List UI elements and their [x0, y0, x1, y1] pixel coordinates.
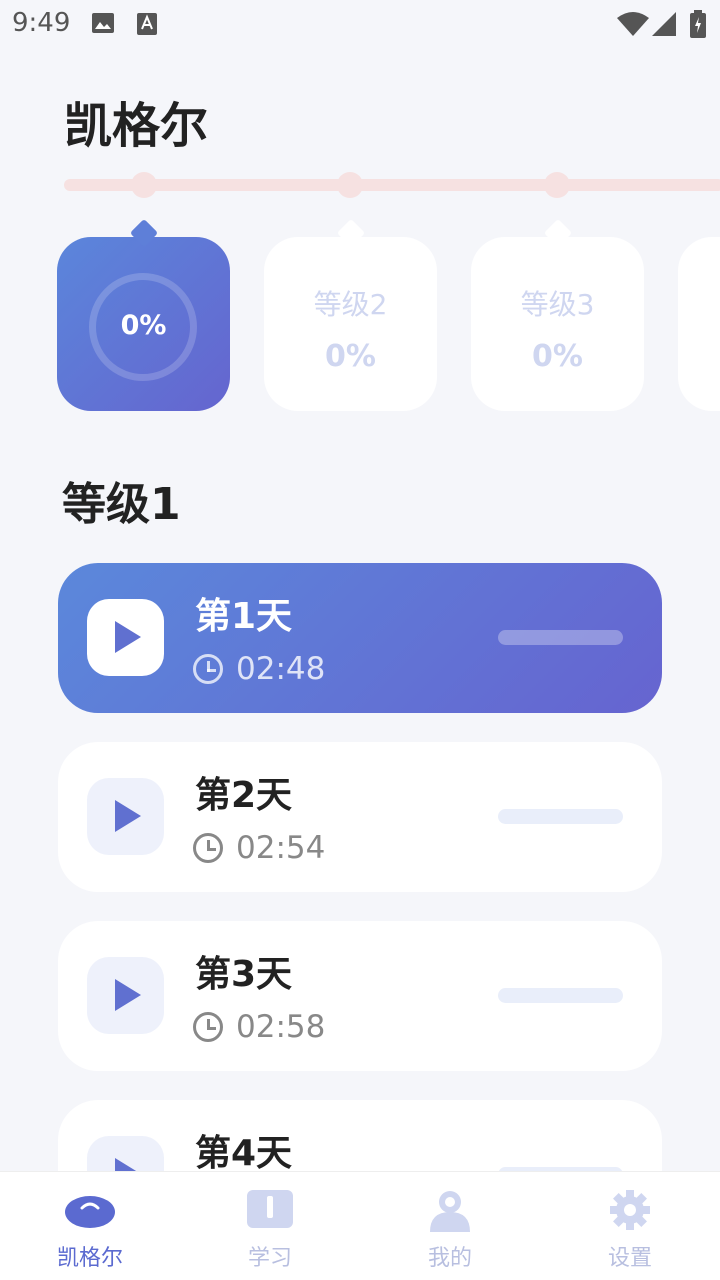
tab-label: 凯格尔 [56, 1246, 123, 1271]
play-icon [115, 800, 141, 832]
level-percent: 0% [532, 339, 583, 374]
clock-icon [193, 833, 223, 863]
image-notification-icon [91, 12, 115, 38]
lesson-duration: 02:58 [236, 1009, 326, 1045]
play-icon [115, 979, 141, 1011]
battery-icon [690, 10, 706, 42]
track-dot-3 [544, 172, 570, 198]
play-button[interactable] [87, 957, 164, 1034]
status-time: 9:49 [12, 8, 71, 38]
tab-label: 我的 [427, 1246, 472, 1271]
tab-label: 学习 [247, 1246, 292, 1271]
lesson-progress-bar [498, 809, 623, 824]
level-card-2[interactable]: 等级2 0% [264, 218, 437, 411]
lesson-title: 第1天 [195, 596, 293, 637]
font-notification-icon [136, 12, 158, 40]
lesson-title: 第2天 [195, 775, 293, 816]
play-icon [115, 621, 141, 653]
lesson-duration: 02:48 [236, 651, 326, 687]
level-pointer [543, 218, 572, 248]
lesson-title: 第4天 [195, 1133, 293, 1174]
lesson-card-2[interactable]: 第2天 02:54 [58, 742, 662, 892]
lesson-card-3[interactable]: 第3天 02:58 [58, 921, 662, 1071]
tab-profile[interactable]: 我的 [360, 1172, 540, 1280]
clock-icon [193, 654, 223, 684]
level-track [64, 179, 720, 191]
level-pointer [336, 218, 365, 248]
level-percent: 0% [325, 339, 376, 374]
tab-settings[interactable]: 设置 [540, 1172, 720, 1280]
kegel-icon [65, 1188, 115, 1232]
level-name: 等级2 [313, 288, 388, 321]
tab-label: 设置 [607, 1246, 652, 1271]
lesson-title: 第3天 [195, 954, 293, 995]
tab-kegel[interactable]: 凯格尔 [0, 1172, 180, 1280]
page-title: 凯格尔 [64, 98, 209, 154]
lesson-duration: 02:54 [236, 830, 326, 866]
lesson-card-1[interactable]: 第1天 02:48 [58, 563, 662, 713]
level-name: 等级3 [520, 288, 595, 321]
track-dot-2 [337, 172, 363, 198]
level-percent: 0% [120, 310, 167, 341]
status-bar: 9:49 [0, 0, 720, 48]
lesson-progress-bar [498, 630, 623, 645]
level-card-3[interactable]: 等级3 0% [471, 218, 644, 411]
bottom-tab-bar: 凯格尔 学习 我的 设置 [0, 1171, 720, 1280]
level-card-4-partial[interactable] [678, 237, 720, 411]
profile-icon [425, 1188, 475, 1232]
play-button[interactable] [87, 778, 164, 855]
app-screen: 9:49 凯格尔 0% 等级2 0% 等级3 0% 等级1 第1天 02:48 … [0, 0, 720, 1280]
level-pointer [129, 218, 158, 248]
play-button[interactable] [87, 599, 164, 676]
gear-icon [605, 1188, 655, 1232]
book-icon [245, 1188, 295, 1232]
wifi-icon [617, 12, 649, 40]
track-dot-1 [131, 172, 157, 198]
lesson-progress-bar [498, 988, 623, 1003]
cell-signal-icon [652, 12, 676, 40]
level-card-1[interactable]: 0% [57, 218, 230, 411]
tab-study[interactable]: 学习 [180, 1172, 360, 1280]
clock-icon [193, 1012, 223, 1042]
section-title: 等级1 [62, 479, 181, 530]
